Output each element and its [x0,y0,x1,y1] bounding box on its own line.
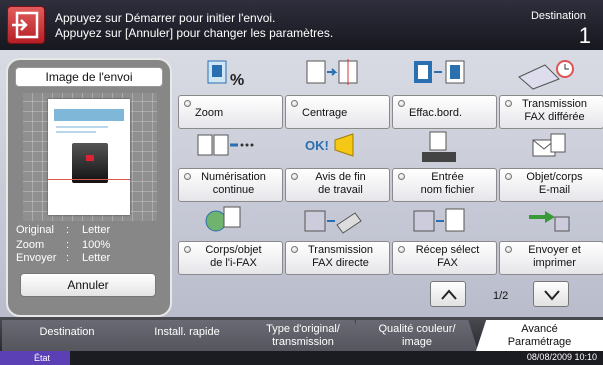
send-print-icon [515,203,577,237]
status-datetime: 08/08/2009 10:10 [526,352,597,362]
centering-button[interactable]: Centrage [285,95,390,129]
instruction-line-1: Appuyez sur Démarrer pour initier l'envo… [55,11,276,25]
direct-fax-button[interactable]: Transmission FAX directe [285,241,390,275]
preview-row-zoom: Zoom:100% [16,239,111,251]
job-notice-button[interactable]: Avis de fin de travail [285,168,390,202]
header-bar: Appuyez sur Démarrer pour initier l'envo… [0,0,603,50]
main-area: Image de l'envoi Original: Letter Zoom:10… [0,50,603,317]
chevron-down-icon [544,290,560,301]
direct-fax-icon [301,203,363,237]
send-mode-icon [7,6,45,44]
zoom-button[interactable]: Zoom [178,95,283,129]
border-erase-icon [408,57,470,91]
tab-destination[interactable]: Destination [2,320,132,351]
send-image-preview [23,93,157,221]
tab-quick-setup[interactable]: Install. rapide [122,320,252,351]
delayed-fax-button[interactable]: Transmission FAX différée [499,95,603,129]
preview-title: Image de l'envoi [15,67,163,87]
ifax-subject-button[interactable]: Corps/objet de l'i-FAX [178,241,283,275]
destination-count: 1 [578,23,591,48]
file-name-button[interactable]: Entrée nom fichier [392,168,497,202]
continuous-scan-button[interactable]: Numérisation continue [178,168,283,202]
cancel-button[interactable]: Annuler [20,273,156,297]
status-bar: État 08/08/2009 10:10 [0,351,603,365]
svg-text:%: % [230,72,244,89]
border-erase-button[interactable]: Effac.bord. [392,95,497,129]
send-print-button[interactable]: Envoyer et imprimer [499,241,603,275]
email-subject-icon [515,130,577,164]
chevron-up-icon [441,289,457,300]
delayed-fax-icon [515,57,577,91]
preview-page [48,99,130,215]
email-subject-button[interactable]: Objet/corps E-mail [499,168,603,202]
tab-bar: Destination Install. rapide Type d'origi… [0,317,603,351]
continuous-scan-icon [194,130,256,164]
fax-polling-button[interactable]: Récep sélect FAX [392,241,497,275]
zoom-icon: % [194,57,256,91]
page-down-button[interactable] [533,281,569,307]
preview-row-send: Envoyer: Letter [16,252,111,264]
centering-icon [301,57,363,91]
instruction-message: Appuyez sur Démarrer pour initier l'envo… [55,11,333,41]
tab-color-quality[interactable]: Qualité couleur/image [356,320,478,351]
file-name-icon [408,130,470,164]
status-button[interactable]: État [0,351,70,365]
page-indicator: 1/2 [493,290,509,302]
job-notice-icon: OK! [301,130,363,164]
ifax-subject-icon [194,203,256,237]
tab-advanced-setup[interactable]: Avancé Paramétrage [476,320,603,351]
destination-label: Destination [530,10,586,22]
svg-text:OK!: OK! [305,138,329,153]
page-up-button[interactable] [430,281,466,307]
preview-row-original: Original: Letter [16,224,111,236]
instruction-line-2: Appuyez sur [Annuler] pour changer les p… [55,26,334,40]
printer-image-icon [72,143,108,183]
tab-original-type[interactable]: Type d'original/transmission [242,320,364,351]
preview-panel: Image de l'envoi Original: Letter Zoom:10… [6,58,172,317]
fax-polling-icon [408,203,470,237]
